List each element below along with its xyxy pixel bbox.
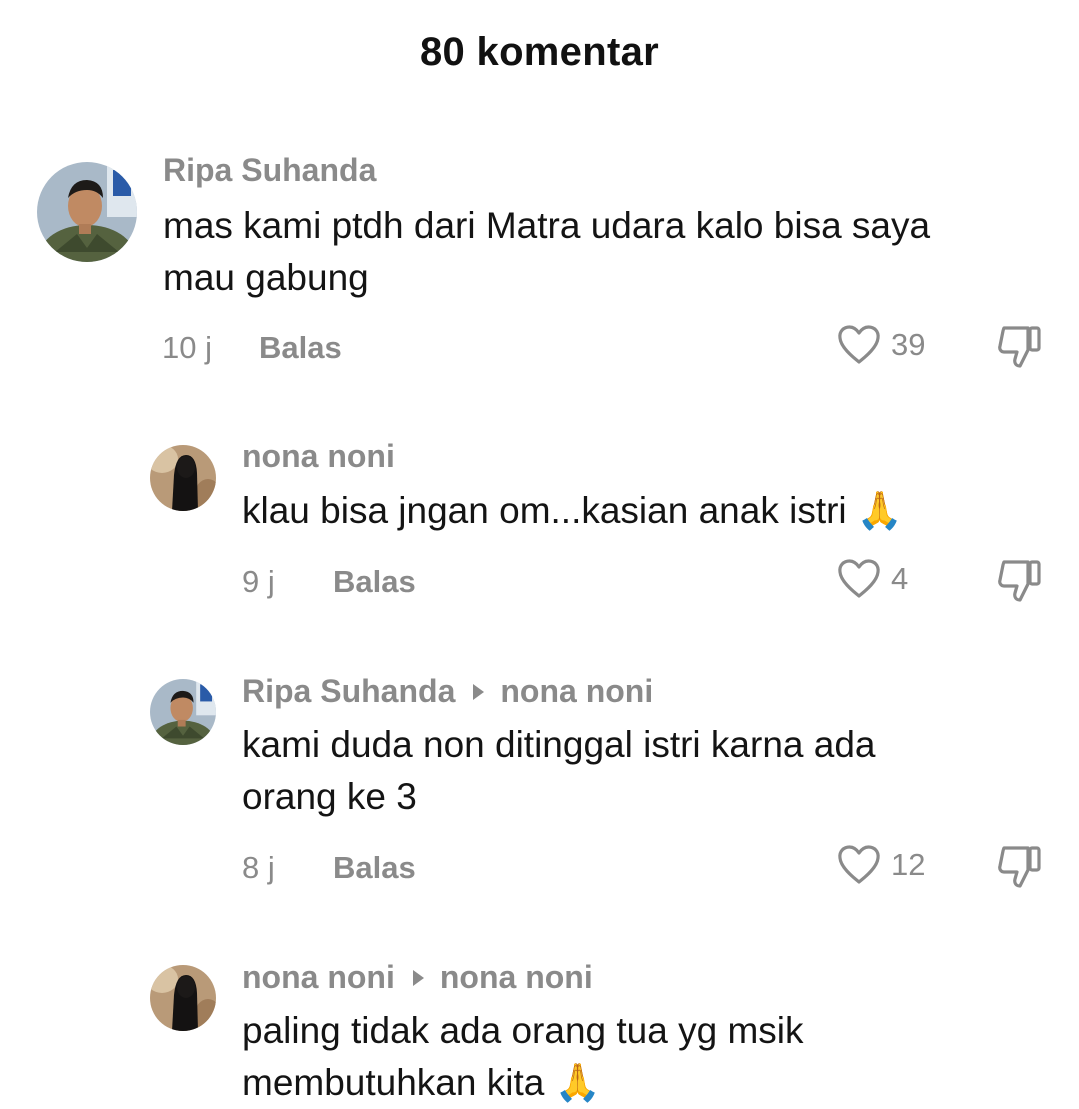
reply-button[interactable]: Balas [259,330,342,366]
like-count: 4 [891,561,909,596]
comments-title: 80 komentar [420,30,659,74]
dislike-button[interactable] [996,324,1044,370]
reply-button[interactable]: Balas [333,850,416,886]
dislike-button[interactable] [996,558,1044,604]
comment-time: 9 j [242,564,275,599]
comment-username[interactable]: Ripa Suhanda nona noni [242,673,653,710]
heart-icon [838,325,880,364]
avatar[interactable] [150,965,216,1031]
comment-username[interactable]: nona noni nona noni [242,959,593,996]
heart-icon [838,559,880,598]
comment-text: mas kami ptdh dari Matra udara kalo bisa… [163,205,931,298]
comment-text: paling tidak ada orang tua yg msik membu… [242,1010,804,1103]
avatar[interactable] [37,162,137,262]
reply-arrow-icon [473,683,485,700]
like-count: 12 [891,847,926,882]
like-count: 39 [891,327,926,362]
like-button[interactable]: 39 [837,325,925,365]
comment-time: 8 j [242,850,275,885]
like-button[interactable]: 12 [837,845,925,885]
dislike-icon [998,560,1041,602]
heart-icon [838,845,880,884]
like-button[interactable]: 4 [837,559,908,599]
avatar[interactable] [150,445,216,511]
comment-time: 10 j [162,330,212,365]
comment-text: klau bisa jngan om...kasian anak istri 🙏 [242,490,903,531]
comment-username[interactable]: nona noni [242,438,395,475]
dislike-button[interactable] [996,844,1044,890]
comment-username[interactable]: Ripa Suhanda [163,152,376,189]
dislike-icon [998,326,1041,368]
reply-arrow-icon [412,969,424,986]
avatar[interactable] [150,679,216,745]
reply-button[interactable]: Balas [333,564,416,600]
dislike-icon [998,846,1041,888]
comment-text: kami duda non ditinggal istri karna ada … [242,724,876,817]
